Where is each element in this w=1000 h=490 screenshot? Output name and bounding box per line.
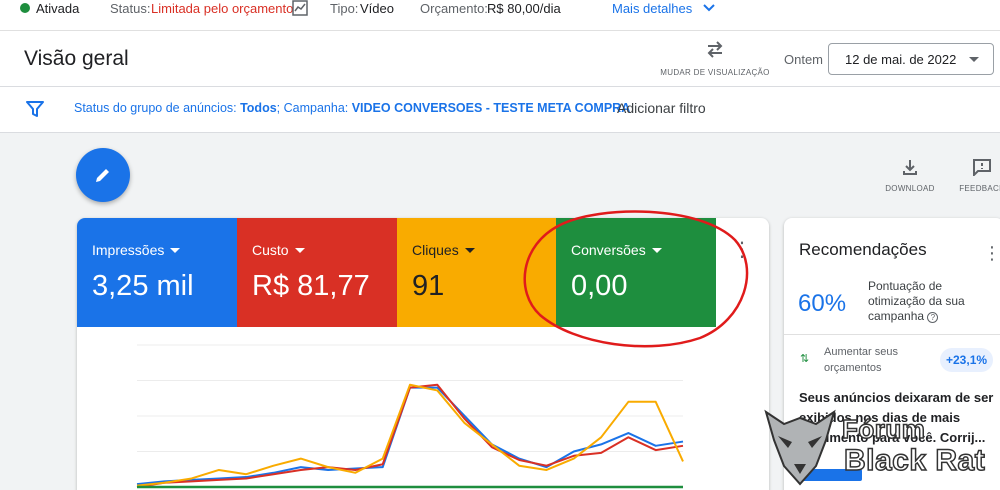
switch-view-label: MUDAR DE VISUALIZAÇÃO: [660, 68, 770, 77]
metric-selector[interactable]: Impressões: [92, 242, 181, 258]
feedback-label: FEEDBACK: [959, 184, 1000, 193]
metric-tile-conversions[interactable]: Conversões 0,00: [556, 218, 716, 327]
download-icon: [903, 160, 917, 175]
dropdown-arrow-icon: [651, 248, 662, 253]
filter-status-value: Todos: [240, 101, 277, 115]
page-header: Visão geral MUDAR DE VISUALIZAÇÃO Ontem …: [0, 31, 1000, 87]
dropdown-arrow-icon: [170, 248, 181, 253]
metric-value: R$ 81,77: [252, 270, 370, 302]
recommendation-uplift-badge: +23,1%: [940, 348, 994, 372]
metric-value: 91: [412, 270, 445, 302]
metric-name: Custo: [252, 242, 289, 258]
metric-tile-cost[interactable]: Custo R$ 81,77: [237, 218, 397, 327]
date-range-select[interactable]: 12 de mai. de 2022: [828, 43, 994, 75]
status-value[interactable]: Limitada pelo orçamento: [151, 1, 293, 16]
dropdown-caret-icon: [969, 57, 979, 62]
budget-value[interactable]: R$ 80,00/dia: [487, 1, 561, 16]
dropdown-arrow-icon: [294, 248, 305, 253]
optimization-score-text: Pontuação de otimização da sua campanha: [868, 279, 965, 323]
filter-icon[interactable]: [26, 100, 44, 118]
metric-selector[interactable]: Cliques: [412, 242, 475, 258]
status-chart-icon[interactable]: [292, 0, 308, 16]
page-title: Visão geral: [24, 47, 129, 70]
metric-selector[interactable]: Conversões: [571, 242, 662, 258]
filter-campaign-prefix: ; Campanha:: [276, 101, 352, 115]
active-status-dot: [20, 3, 30, 13]
help-icon[interactable]: ?: [927, 312, 939, 323]
watermark: Fórum Black Rat: [760, 406, 1000, 490]
campaign-status-bar: Ativada Status: Limitada pelo orçamento …: [0, 0, 1000, 31]
metric-tile-impressions[interactable]: Impressões 3,25 mil: [77, 218, 237, 327]
add-filter-button[interactable]: Adicionar filtro: [617, 100, 706, 116]
chevron-down-icon: [703, 4, 715, 12]
metric-value: 0,00: [571, 270, 628, 302]
type-value: Vídeo: [360, 1, 394, 16]
metric-name: Cliques: [412, 242, 459, 258]
performance-card: Impressões 3,25 mil Custo R$ 81,77 Cliqu…: [77, 218, 769, 490]
more-options-icon[interactable]: ⋮: [732, 240, 752, 260]
date-prefix: Ontem: [784, 52, 824, 67]
dropdown-arrow-icon: [464, 248, 475, 253]
more-details-link[interactable]: Mais detalhes: [612, 1, 716, 16]
filter-bar: Status do grupo de anúncios: Todos; Camp…: [0, 87, 1000, 133]
campaign-state: Ativada: [36, 1, 80, 16]
active-filters[interactable]: Status do grupo de anúncios: Todos; Camp…: [74, 101, 630, 115]
watermark-line-1: Fórum: [841, 413, 926, 445]
watermark-line-2: Black Rat: [843, 443, 986, 478]
status-label: Status:: [110, 1, 151, 16]
metric-name: Conversões: [571, 242, 646, 258]
feedback-button[interactable]: FEEDBACK: [952, 158, 1000, 193]
budget-trend-icon: ⇅: [800, 353, 810, 365]
more-options-icon[interactable]: ⋮: [983, 244, 1000, 262]
metric-selector[interactable]: Custo: [252, 242, 305, 258]
metric-name: Impressões: [92, 242, 165, 258]
recommendation-item[interactable]: Aumentar seus orçamentos: [824, 344, 924, 376]
recommendations-title: Recomendações: [799, 240, 927, 259]
type-label: Tipo:: [330, 1, 359, 16]
swap-icon: [707, 41, 723, 58]
download-button[interactable]: DOWNLOAD: [880, 158, 940, 193]
download-label: DOWNLOAD: [885, 184, 935, 193]
optimization-score-label: Pontuação de otimização da sua campanha …: [868, 279, 993, 324]
edit-fab-button[interactable]: [76, 148, 130, 202]
rat-logo-icon: [764, 409, 836, 486]
pencil-icon: [96, 169, 109, 182]
chart-series-line-2: [136, 383, 684, 487]
filter-campaign-value: VIDEO CONVERSOES - TESTE META COMPRA: [351, 101, 631, 115]
divider: [784, 334, 1000, 335]
feedback-icon: [973, 159, 991, 178]
optimization-score: 60%: [798, 290, 847, 317]
more-details-label: Mais detalhes: [612, 1, 693, 16]
performance-line-chart: [136, 344, 684, 489]
metric-tile-clicks[interactable]: Cliques 91: [397, 218, 557, 327]
switch-view-button[interactable]: MUDAR DE VISUALIZAÇÃO: [660, 39, 770, 77]
filter-status-prefix: Status do grupo de anúncios:: [74, 101, 241, 115]
metric-value: 3,25 mil: [92, 270, 194, 302]
budget-label: Orçamento:: [420, 1, 488, 16]
date-range-value: 12 de mai. de 2022: [845, 52, 957, 67]
